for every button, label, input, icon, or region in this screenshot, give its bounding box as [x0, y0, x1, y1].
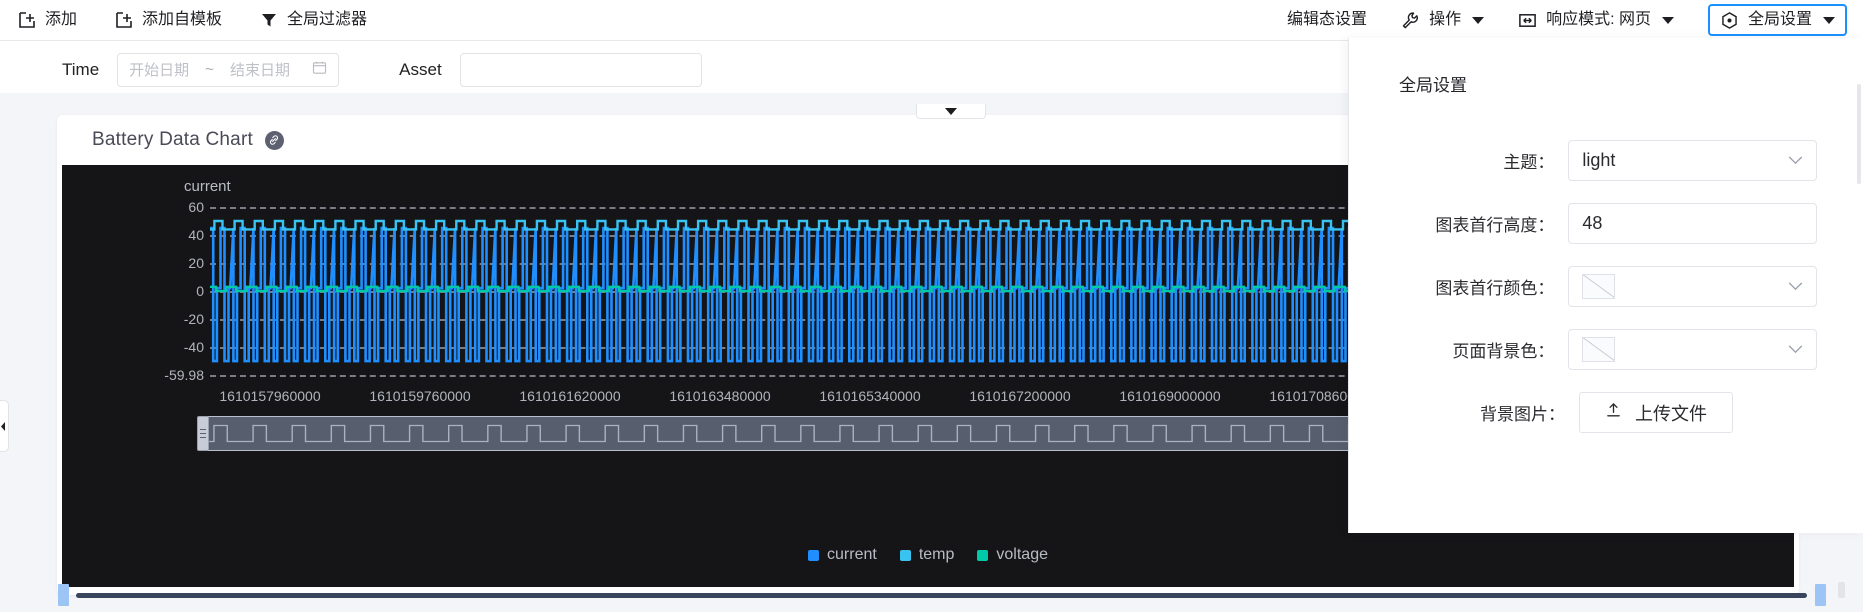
chevron-down-icon: [1823, 16, 1835, 24]
theme-select[interactable]: light: [1568, 140, 1817, 181]
chevron-down-icon: [1661, 16, 1674, 24]
x-tick: 1610161620000: [519, 388, 621, 404]
stage-horizontal-scrollbar[interactable]: [76, 593, 1807, 598]
filter-bar-collapse-toggle[interactable]: [916, 104, 986, 119]
end-date-input[interactable]: 结束日期: [230, 59, 290, 80]
theme-label: 主题：: [1503, 153, 1555, 172]
toolbar-left-group: 添加 添加自模板 全局过滤器: [0, 11, 367, 29]
time-filter-label: Time: [62, 59, 100, 79]
chevron-down-icon: [1788, 152, 1803, 170]
add-square-icon: [18, 11, 36, 29]
add-button-label: 添加: [45, 11, 78, 28]
date-range-picker[interactable]: 开始日期 ~ 结束日期: [117, 52, 340, 87]
setting-row-page-background-color: 页面背景色：: [1349, 329, 1817, 370]
x-tick: 1610159760000: [369, 388, 471, 404]
global-filter-button[interactable]: 全局过滤器: [260, 11, 367, 29]
x-tick: 1610167200000: [969, 388, 1071, 404]
legend-item-current[interactable]: current: [808, 546, 877, 564]
toolbar-right-group: 编辑态设置 操作 响应模式: 网页 全局设置: [1287, 4, 1863, 36]
x-tick: 1610169000000: [1119, 388, 1221, 404]
responsive-mode-label: 响应模式: 网页: [1546, 11, 1651, 28]
drag-grip-icon: [200, 429, 206, 430]
date-range-separator: ~: [205, 61, 214, 78]
global-settings-form: 主题： light 图表首行高度： 48 图表首行颜色： 页面背景色： 背景图片…: [1349, 96, 1863, 433]
add-button[interactable]: 添加: [18, 11, 77, 29]
setting-row-first-row-height: 图表首行高度： 48: [1349, 203, 1817, 244]
asset-filter-label: Asset: [399, 59, 442, 79]
stage-scroll-right-cap[interactable]: [1815, 584, 1826, 606]
wrench-icon: [1401, 11, 1420, 30]
color-swatch: [1582, 337, 1616, 362]
x-tick: 1610165340000: [819, 388, 921, 404]
link-chain-icon[interactable]: [264, 130, 284, 150]
chevron-down-icon: [1788, 341, 1803, 359]
first-row-color-picker[interactable]: [1568, 266, 1817, 307]
add-from-template-label: 添加自模板: [142, 11, 223, 28]
operations-label: 操作: [1429, 11, 1462, 28]
page-background-color-label: 页面背景色：: [1452, 342, 1555, 361]
page-title: Battery Data Chart: [92, 129, 253, 150]
responsive-icon: [1518, 11, 1537, 30]
chevron-down-icon: [945, 107, 957, 115]
app-root: 添加 添加自模板 全局过滤器 编辑态设置 操作 响应模式: 网页 全局设置 Ti…: [0, 0, 1863, 612]
asset-filter-group: Asset: [399, 52, 702, 87]
datazoom-left-handle[interactable]: [197, 416, 209, 451]
setting-row-first-row-color: 图表首行颜色：: [1349, 266, 1817, 307]
hexagon-dot-icon: [1720, 11, 1739, 30]
top-toolbar: 添加 添加自模板 全局过滤器 编辑态设置 操作 响应模式: 网页 全局设置: [0, 0, 1863, 41]
first-row-height-value: 48: [1582, 213, 1603, 233]
legend-label: voltage: [996, 546, 1048, 563]
upload-file-button[interactable]: 上传文件: [1579, 392, 1733, 433]
legend-swatch: [899, 549, 911, 561]
stage-scroll-left-cap[interactable]: [58, 584, 69, 606]
legend-swatch: [808, 549, 820, 561]
legend-label: current: [827, 546, 877, 563]
upload-file-label: 上传文件: [1635, 403, 1707, 424]
chevron-down-icon: [1788, 278, 1803, 296]
operations-button[interactable]: 操作: [1401, 11, 1485, 30]
global-settings-panel: 全局设置 主题： light 图表首行高度： 48 图表首行颜色： 页面背景色：…: [1348, 38, 1863, 533]
first-row-height-input[interactable]: 48: [1568, 203, 1817, 244]
chevron-left-icon: [1, 421, 5, 431]
setting-row-theme: 主题： light: [1349, 140, 1817, 181]
responsive-mode-button[interactable]: 响应模式: 网页: [1518, 11, 1674, 30]
theme-value: light: [1582, 150, 1616, 170]
drag-grip-icon: [200, 437, 206, 438]
edit-mode-settings-label: 编辑态设置: [1287, 11, 1368, 28]
x-tick: 1610163480000: [669, 388, 771, 404]
legend-item-temp[interactable]: temp: [899, 546, 955, 564]
upload-icon: [1605, 402, 1622, 424]
page-background-color-picker[interactable]: [1568, 329, 1817, 370]
x-tick: 1610157960000: [219, 388, 321, 404]
legend-swatch: [977, 549, 989, 561]
legend-label: temp: [918, 546, 955, 563]
first-row-height-label: 图表首行高度：: [1435, 216, 1555, 235]
add-template-icon: [115, 11, 133, 29]
stage-vertical-scrollbar[interactable]: [1838, 582, 1845, 598]
background-image-label: 背景图片：: [1480, 405, 1565, 424]
setting-row-background-image: 背景图片： 上传文件: [1349, 392, 1817, 433]
drag-grip-icon: [200, 433, 206, 434]
global-settings-label: 全局设置: [1747, 11, 1812, 28]
chevron-down-icon: [1472, 16, 1485, 24]
edit-mode-settings-button[interactable]: 编辑态设置: [1287, 12, 1367, 28]
add-from-template-button[interactable]: 添加自模板: [115, 11, 222, 29]
asset-input[interactable]: [459, 52, 702, 87]
global-settings-button[interactable]: 全局设置: [1707, 4, 1847, 36]
filter-funnel-icon: [260, 11, 278, 29]
chart-legend[interactable]: current temp voltage: [62, 546, 1794, 564]
calendar-icon: [312, 60, 327, 80]
legend-item-voltage[interactable]: voltage: [977, 546, 1048, 564]
settings-panel-scrollbar[interactable]: [1857, 84, 1861, 184]
left-drawer-handle[interactable]: [0, 400, 9, 452]
first-row-color-label: 图表首行颜色：: [1435, 279, 1555, 298]
global-settings-title: 全局设置: [1399, 76, 1467, 95]
global-filter-label: 全局过滤器: [287, 11, 368, 28]
start-date-input[interactable]: 开始日期: [129, 59, 189, 80]
color-swatch: [1582, 274, 1616, 299]
